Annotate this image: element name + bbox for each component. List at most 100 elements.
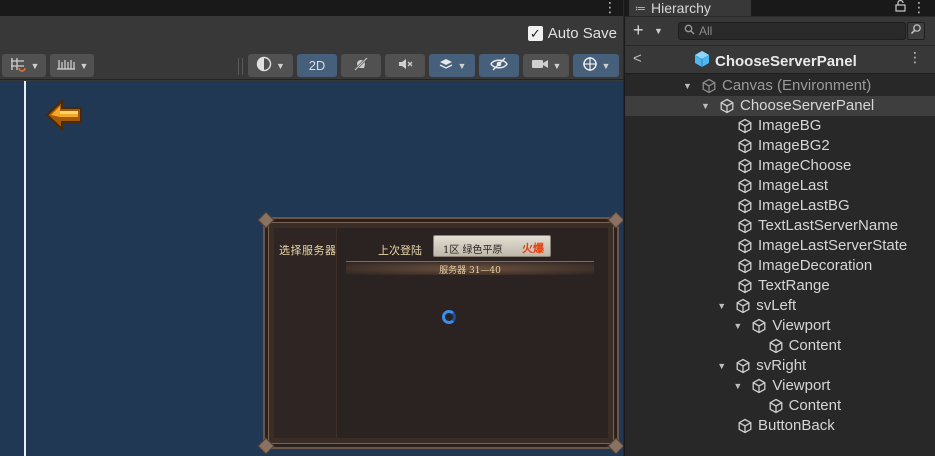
back-arrow-icon[interactable] [44,97,86,133]
lock-icon[interactable] [895,0,906,15]
foldout-arrow-icon[interactable]: ▼ [717,361,726,371]
hierarchy-item[interactable]: TextRange [625,276,935,296]
search-by-type-icon[interactable] [907,22,925,40]
add-icon[interactable]: + [633,20,644,41]
chevron-down-icon[interactable]: ▼ [654,26,663,36]
back-chevron-icon[interactable]: < [633,50,642,67]
hierarchy-item-label: svRight [756,357,807,374]
hierarchy-search-input[interactable]: All [678,22,906,40]
gameobject-cube-icon [737,118,753,134]
scene-menu-icon[interactable]: ⋮ [603,0,617,16]
prefab-title: ChooseServerPanel [693,50,857,72]
lighting-toggle[interactable] [341,54,381,77]
foldout-arrow-icon[interactable]: ▼ [683,81,692,91]
loading-spinner-icon [442,310,456,324]
prefab-mode-header: < ChooseServerPanel ⋮ [625,46,935,74]
hierarchy-item-label: ImageDecoration [758,257,873,274]
last-server-state: 火爆 [522,242,544,255]
hierarchy-tree: ▼ Canvas (Environment) ▼ ChooseServerPanel I… [625,76,935,436]
foldout-arrow-icon[interactable]: ▼ [733,321,742,331]
prefab-title-label: ChooseServerPanel [715,52,857,70]
gameobject-cube-icon [737,258,753,274]
auto-save-toggle[interactable]: ✓ Auto Save [527,25,617,42]
hierarchy-item[interactable]: ▼ ChooseServerPanel [625,96,935,116]
chevron-down-icon: ▼ [552,60,562,71]
hierarchy-item-label: ImageBG2 [758,137,830,154]
hierarchy-item[interactable]: ImageLast [625,176,935,196]
hierarchy-item[interactable]: ▼ Canvas (Environment) [625,76,935,96]
hierarchy-item-label: Viewport [772,317,831,334]
hierarchy-tab[interactable]: ≔ Hierarchy [629,0,751,16]
chevron-down-icon: ▼ [601,60,611,71]
hierarchy-item[interactable]: Content [625,396,935,416]
speaker-muted-icon [397,56,413,75]
hierarchy-tab-label: Hierarchy [651,0,711,16]
last-server-name: 1区 绿色平原 [443,245,503,256]
gameobject-cube-icon [719,98,735,114]
hierarchy-item-label: ImageLastServerState [758,237,908,254]
panel-corner-ornament [257,437,275,455]
eye-off-icon [490,56,508,75]
effects-dropdown[interactable]: ▼ [429,54,475,77]
hierarchy-item[interactable]: ButtonBack [625,416,935,436]
panel-corner-ornament [607,211,623,229]
hierarchy-item-label: Content [788,337,842,354]
hierarchy-item-label: Canvas (Environment) [722,77,872,94]
hierarchy-item[interactable]: ▼ svRight [625,356,935,376]
hierarchy-item-label: TextLastServerName [758,217,899,234]
toolbar-divider [242,58,243,75]
hierarchy-item[interactable]: ▼ Viewport [625,376,935,396]
foldout-arrow-icon[interactable]: ▼ [701,101,710,111]
hierarchy-item-label: Viewport [772,377,831,394]
hierarchy-menu-icon[interactable]: ⋮ [912,0,926,16]
gameobject-cube-icon [735,358,751,374]
gameobject-cube-icon [768,398,784,414]
draw-mode-dropdown[interactable]: ▼ [248,54,293,77]
hierarchy-item[interactable]: ImageDecoration [625,256,935,276]
prefab-menu-icon[interactable]: ⋮ [908,49,922,66]
prefab-stage-bar: ✓ Auto Save [0,21,623,49]
gizmo-globe-icon [582,56,598,75]
auto-save-checkbox[interactable]: ✓ [527,26,543,41]
gizmos-dropdown[interactable]: ▼ [573,54,619,77]
hierarchy-item-label: ButtonBack [758,417,835,434]
hierarchy-item-label: ImageLast [758,177,829,194]
hierarchy-item[interactable]: Content [625,336,935,356]
gameobject-cube-icon [751,318,767,334]
ruler-icon [56,57,76,74]
gameobject-cube-icon [737,138,753,154]
gameobject-cube-icon [701,78,717,94]
hierarchy-item[interactable]: ImageBG2 [625,136,935,156]
hierarchy-tab-strip: ≔ Hierarchy ⋮ [625,0,935,16]
hierarchy-item-label: Content [788,397,842,414]
last-server-button[interactable]: 1区 绿色平原 火爆 [433,235,551,257]
panel-corner-ornament [257,211,275,229]
scene-visibility-toggle[interactable] [479,54,519,77]
hierarchy-item[interactable]: ImageLastBG [625,196,935,216]
hierarchy-item-label: ImageBG [758,117,822,134]
gameobject-cube-icon [768,338,784,354]
search-placeholder: All [699,24,713,38]
choose-server-title: 选择服务器 [279,244,337,257]
hierarchy-item[interactable]: ▼ Viewport [625,316,935,336]
hierarchy-item[interactable]: ▼ svLeft [625,296,935,316]
gameobject-cube-icon [751,378,767,394]
grid-snap-dropdown[interactable]: ▼ [2,54,46,77]
toggle-2d-button[interactable]: 2D [297,54,337,77]
auto-save-label: Auto Save [547,25,617,42]
increment-snap-dropdown[interactable]: ▼ [50,54,94,77]
hierarchy-item[interactable]: ImageChoose [625,156,935,176]
foldout-arrow-icon[interactable]: ▼ [733,381,742,391]
audio-toggle[interactable] [385,54,425,77]
hierarchy-item[interactable]: ImageBG [625,116,935,136]
chevron-down-icon: ▼ [79,60,89,71]
server-group-list[interactable] [274,228,337,438]
canvas-boundary-line [24,81,26,456]
hierarchy-item[interactable]: ImageLastServerState [625,236,935,256]
chevron-down-icon: ▼ [30,60,40,71]
scene-canvas[interactable]: 选择服务器 上次登陆 1区 绿色平原 火爆 服务器 31—40 [0,81,623,456]
scene-camera-dropdown[interactable]: ▼ [523,54,569,77]
prefab-cube-icon [693,50,711,72]
foldout-arrow-icon[interactable]: ▼ [717,301,726,311]
hierarchy-item[interactable]: TextLastServerName [625,216,935,236]
